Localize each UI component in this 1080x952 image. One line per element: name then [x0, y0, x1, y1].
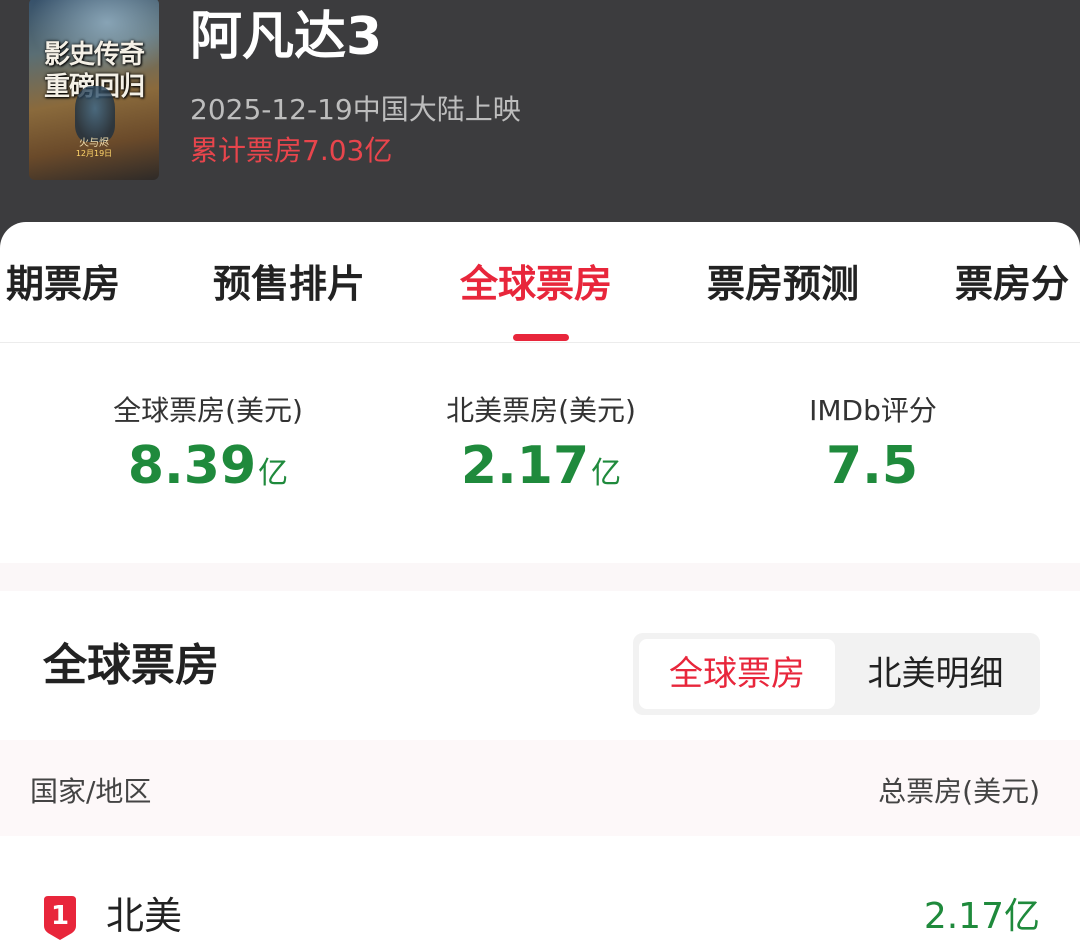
movie-title: 阿凡达3 — [190, 7, 383, 67]
tab-forecast[interactable]: 票房预测 — [707, 260, 859, 308]
stat-number: 7.5 — [825, 436, 919, 496]
region-amount: 2.17亿 — [923, 896, 1040, 937]
active-tab-indicator — [513, 334, 569, 341]
release-info: 2025-12-19中国大陆上映 — [190, 93, 521, 126]
segmented-control: 全球票房 北美明细 — [633, 633, 1040, 715]
stat-label: IMDb评分 — [809, 394, 937, 427]
rank-badge-icon: 1 — [41, 895, 79, 941]
tab-bar: 期票房 预售排片 全球票房 票房预测 票房分 — [0, 222, 1080, 343]
stats-row: 全球票房(美元) 8.39亿 北美票房(美元) 2.17亿 IMDb评分 7.5 — [0, 392, 1080, 512]
toggle-global[interactable]: 全球票房 — [639, 639, 835, 709]
poster-subtitle: 火与烬 — [79, 138, 109, 149]
stat-value: 8.39亿 — [38, 436, 378, 508]
stat-imdb: IMDb评分 7.5 — [703, 392, 1043, 508]
tab-presale[interactable]: 预售排片 — [213, 260, 365, 308]
section-title: 全球票房 — [43, 640, 219, 691]
stat-label: 全球票房(美元) — [113, 394, 303, 427]
column-header-region: 国家/地区 — [30, 775, 152, 808]
movie-header: 影史传奇 重磅回归 火与烬 12月19日 阿凡达3 2025-12-19中国大陆… — [0, 0, 1080, 260]
table-header: 国家/地区 总票房(美元) — [0, 740, 1080, 836]
poster-date: 12月19日 — [75, 149, 113, 158]
stat-label: 北美票房(美元) — [446, 394, 636, 427]
cumulative-box-office: 累计票房7.03亿 — [190, 134, 393, 167]
tab-global-box-office[interactable]: 全球票房 — [460, 260, 612, 308]
stat-global: 全球票房(美元) 8.39亿 — [38, 392, 378, 508]
stat-unit: 亿 — [258, 456, 289, 491]
section-divider — [0, 563, 1080, 591]
stat-unit: 亿 — [591, 456, 622, 491]
toggle-north-america-detail[interactable]: 北美明细 — [837, 639, 1034, 709]
stat-value: 7.5 — [703, 436, 1043, 508]
content-card: 期票房 预售排片 全球票房 票房预测 票房分 全球票房(美元) 8.39亿 北美… — [0, 222, 1080, 943]
column-header-total: 总票房(美元) — [878, 775, 1040, 808]
stat-number: 2.17 — [460, 436, 590, 496]
movie-poster[interactable]: 影史传奇 重磅回归 火与烬 12月19日 — [29, 0, 159, 180]
table-row[interactable]: 1 北美 2.17亿 — [0, 882, 1080, 952]
tab-analysis[interactable]: 票房分 — [955, 260, 1069, 308]
tab-period-box-office[interactable]: 期票房 — [6, 260, 120, 308]
stat-number: 8.39 — [127, 436, 257, 496]
rank-number: 1 — [50, 901, 70, 931]
region-name: 北美 — [106, 894, 183, 938]
stat-north-america: 北美票房(美元) 2.17亿 — [371, 392, 711, 508]
stat-value: 2.17亿 — [371, 436, 711, 508]
